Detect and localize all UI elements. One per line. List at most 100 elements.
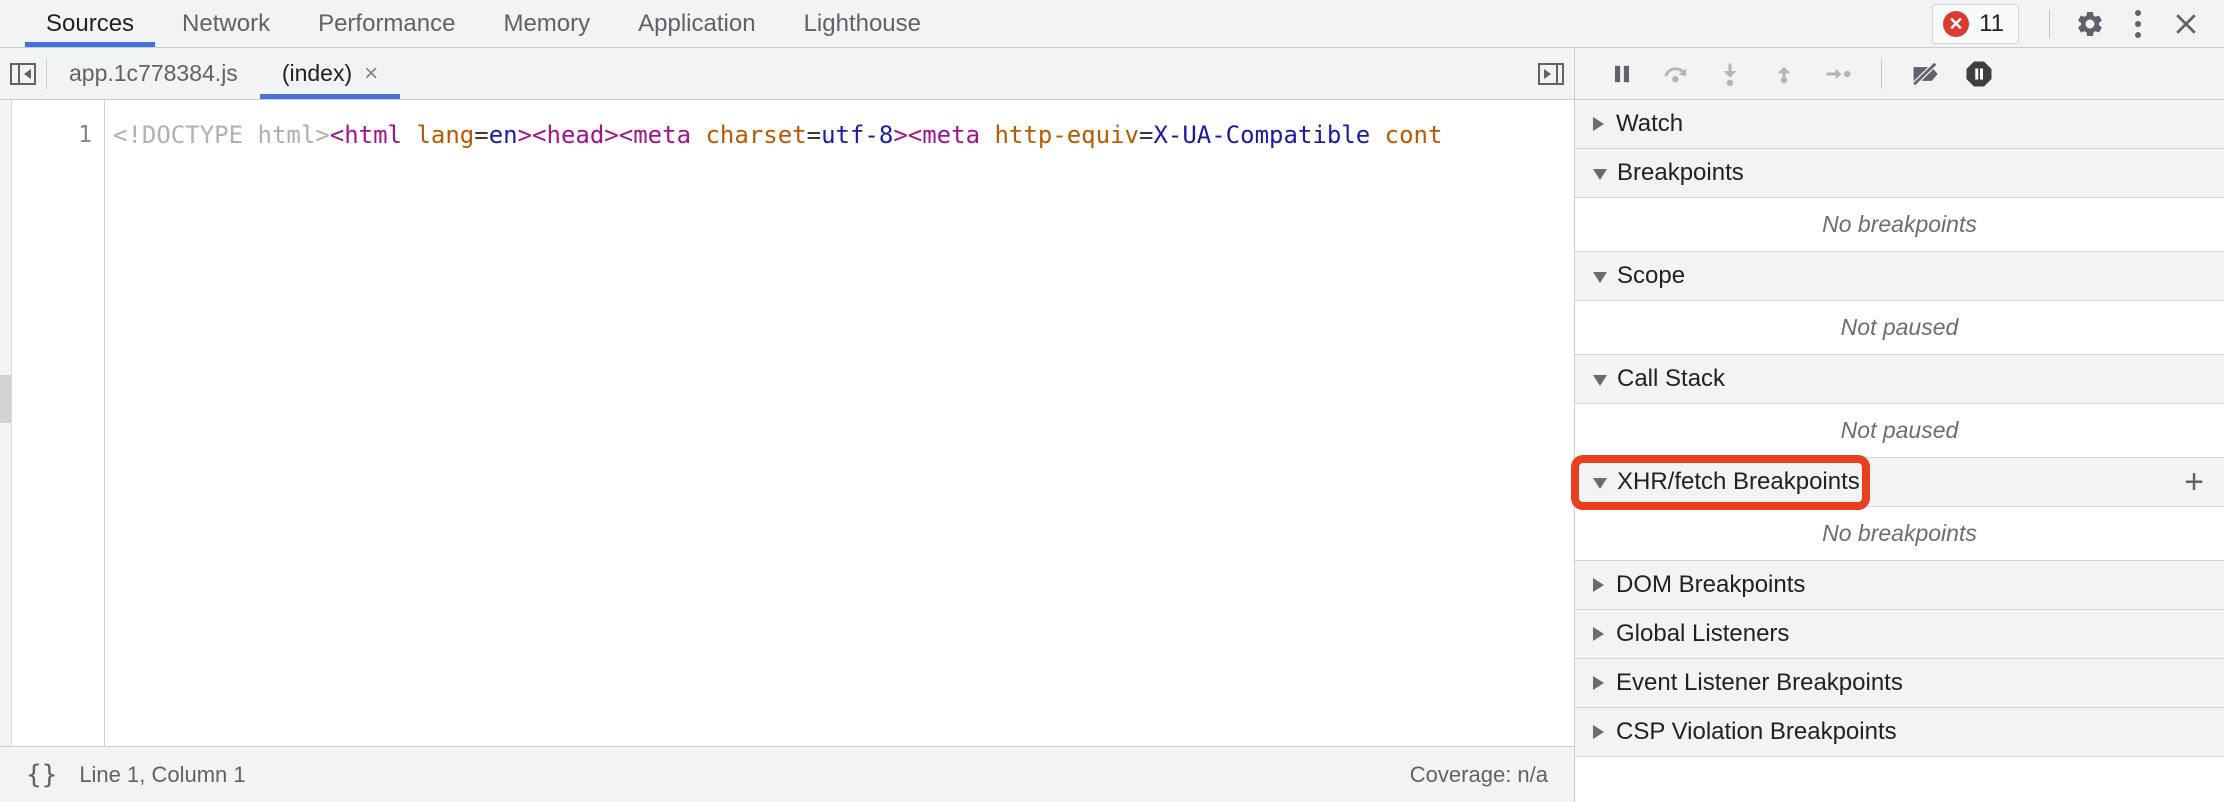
chevron-down-icon[interactable] <box>1593 375 1607 386</box>
editor-status-bar: {} Line 1, Column 1 Coverage: n/a <box>0 746 1574 802</box>
code-token-attr: lang <box>416 121 475 149</box>
breakpoint-slashed-icon[interactable] <box>1900 52 1950 96</box>
section-header-dom-breakpoints[interactable]: DOM Breakpoints <box>1575 561 2224 610</box>
section-header-event-listener-breakpoints[interactable]: Event Listener Breakpoints <box>1575 659 2224 708</box>
code-token-attr: cont <box>1384 121 1443 149</box>
file-tab-bar: app.1c778384.js (index) × <box>0 48 1574 100</box>
pause-octagon-icon[interactable] <box>1954 52 2004 96</box>
show-debugger-icon[interactable] <box>1528 48 1574 99</box>
chevron-right-icon[interactable] <box>1593 627 1604 641</box>
chevron-down-icon[interactable] <box>1593 272 1607 283</box>
section-title: Breakpoints <box>1617 159 1744 186</box>
file-tab-label: (index) <box>281 60 353 86</box>
section-header-watch[interactable]: Watch <box>1575 100 2224 149</box>
section-empty-message: Not paused <box>1840 314 1959 340</box>
file-tab-app-1c778384-js[interactable]: app.1c778384.js <box>47 48 260 99</box>
debugger-toolbar-divider <box>1881 58 1882 89</box>
error-count-label: 11 <box>1979 9 2004 37</box>
section-title: Global Listeners <box>1616 620 1790 647</box>
panel-tab-memory[interactable]: Memory <box>479 0 614 47</box>
editor-scrollbar[interactable] <box>0 100 12 746</box>
chevron-right-icon[interactable] <box>1593 117 1604 131</box>
panel-tab-sources[interactable]: Sources <box>22 0 158 47</box>
section-body-breakpoints: No breakpoints <box>1575 198 2224 252</box>
section-header-csp-violation-breakpoints[interactable]: CSP Violation Breakpoints <box>1575 708 2224 757</box>
section-empty-message: No breakpoints <box>1822 211 1977 237</box>
code-token-attr: http-equiv <box>994 121 1139 149</box>
code-token-attr: charset <box>705 121 807 149</box>
step-out-button[interactable] <box>1759 52 1809 96</box>
panel-tab-label: Performance <box>318 9 456 37</box>
editor-column: app.1c778384.js (index) × 1 <!DOCTYPE ht… <box>0 48 1575 802</box>
section-header-scope[interactable]: Scope <box>1575 252 2224 301</box>
code-token-val: X-UA-Compatible <box>1153 121 1371 149</box>
chevron-down-icon[interactable] <box>1593 478 1607 489</box>
code-token-tag: <head> <box>532 121 619 149</box>
debugger-sidebar: Watch Breakpoints No breakpoints Scope Not p… <box>1575 48 2224 802</box>
error-circle-icon: ✕ <box>1943 10 1970 37</box>
section-empty-message: No breakpoints <box>1822 520 1977 546</box>
section-header-breakpoints[interactable]: Breakpoints <box>1575 149 2224 198</box>
code-token-tag: <meta <box>618 121 692 149</box>
gear-icon[interactable] <box>2068 2 2112 46</box>
section-header-global-listeners[interactable]: Global Listeners <box>1575 610 2224 659</box>
code-token-val: en <box>488 121 518 149</box>
code-line-1: <!DOCTYPE html><html lang=en><head><meta… <box>105 118 1574 152</box>
close-tab-icon[interactable]: × <box>364 61 378 86</box>
code-token-eq: = <box>1138 121 1154 149</box>
error-count-badge[interactable]: ✕ 11 <box>1932 3 2019 44</box>
panel-tab-application[interactable]: Application <box>614 0 779 47</box>
chevron-right-icon[interactable] <box>1593 676 1604 690</box>
toolbar-divider <box>2049 9 2050 38</box>
step-into-button[interactable] <box>1705 52 1755 96</box>
main-panel-toolbar: Sources Network Performance Memory Applicati… <box>0 0 2224 48</box>
section-title: Watch <box>1616 110 1684 137</box>
code-token-tag: > <box>517 121 533 149</box>
code-content[interactable]: <!DOCTYPE html><html lang=en><head><meta… <box>105 100 1574 746</box>
code-token-val: utf-8 <box>821 121 894 149</box>
code-token-doctype: <!DOCTYPE html> <box>113 121 330 149</box>
panel-tab-list: Sources Network Performance Memory Applicati… <box>0 0 945 47</box>
panel-tab-lighthouse[interactable]: Lighthouse <box>780 0 945 47</box>
section-title: DOM Breakpoints <box>1616 571 1806 598</box>
section-title: XHR/fetch Breakpoints <box>1617 468 1860 495</box>
add-breakpoint-button[interactable]: + <box>2184 465 2204 499</box>
section-header-call-stack[interactable]: Call Stack <box>1575 355 2224 404</box>
chevron-right-icon[interactable] <box>1593 578 1604 592</box>
panel-tab-performance[interactable]: Performance <box>294 0 479 47</box>
panel-tab-network[interactable]: Network <box>158 0 294 47</box>
section-title: Scope <box>1617 262 1686 289</box>
pause-resume-button[interactable] <box>1597 52 1647 96</box>
chevron-down-icon[interactable] <box>1593 169 1607 180</box>
scrollbar-thumb[interactable] <box>0 375 11 423</box>
pretty-print-icon[interactable]: {} <box>26 760 57 790</box>
debugger-sections: Watch Breakpoints No breakpoints Scope Not p… <box>1575 100 2224 802</box>
cursor-position-label: Line 1, Column 1 <box>79 761 246 787</box>
section-body-xhr-fetch-breakpoints: No breakpoints <box>1575 507 2224 561</box>
step-button[interactable] <box>1813 52 1863 96</box>
file-tabs: app.1c778384.js (index) × <box>47 48 401 99</box>
section-title: Event Listener Breakpoints <box>1616 669 1903 696</box>
close-icon[interactable] <box>2164 2 2208 46</box>
line-number: 1 <box>78 122 92 148</box>
section-header-xhr-fetch-breakpoints[interactable]: XHR/fetch Breakpoints + <box>1575 458 2224 507</box>
step-over-button[interactable] <box>1651 52 1701 96</box>
sources-panel: app.1c778384.js (index) × 1 <!DOCTYPE ht… <box>0 48 2224 802</box>
file-tab-index[interactable]: (index) × <box>259 48 401 99</box>
coverage-label: Coverage: n/a <box>1409 761 1548 787</box>
debugger-toolbar <box>1575 48 2224 100</box>
devtools-window: Sources Network Performance Memory Applicati… <box>0 0 2224 802</box>
show-navigator-icon[interactable] <box>0 48 46 99</box>
code-token-eq: = <box>474 121 489 149</box>
kebab-menu-icon[interactable] <box>2116 2 2160 46</box>
section-body-call-stack: Not paused <box>1575 404 2224 458</box>
section-body-scope: Not paused <box>1575 301 2224 355</box>
panel-tab-label: Sources <box>46 9 135 37</box>
panel-tab-label: Application <box>638 9 756 37</box>
code-editor[interactable]: 1 <!DOCTYPE html><html lang=en><head><me… <box>0 100 1574 746</box>
chevron-right-icon[interactable] <box>1593 725 1604 739</box>
